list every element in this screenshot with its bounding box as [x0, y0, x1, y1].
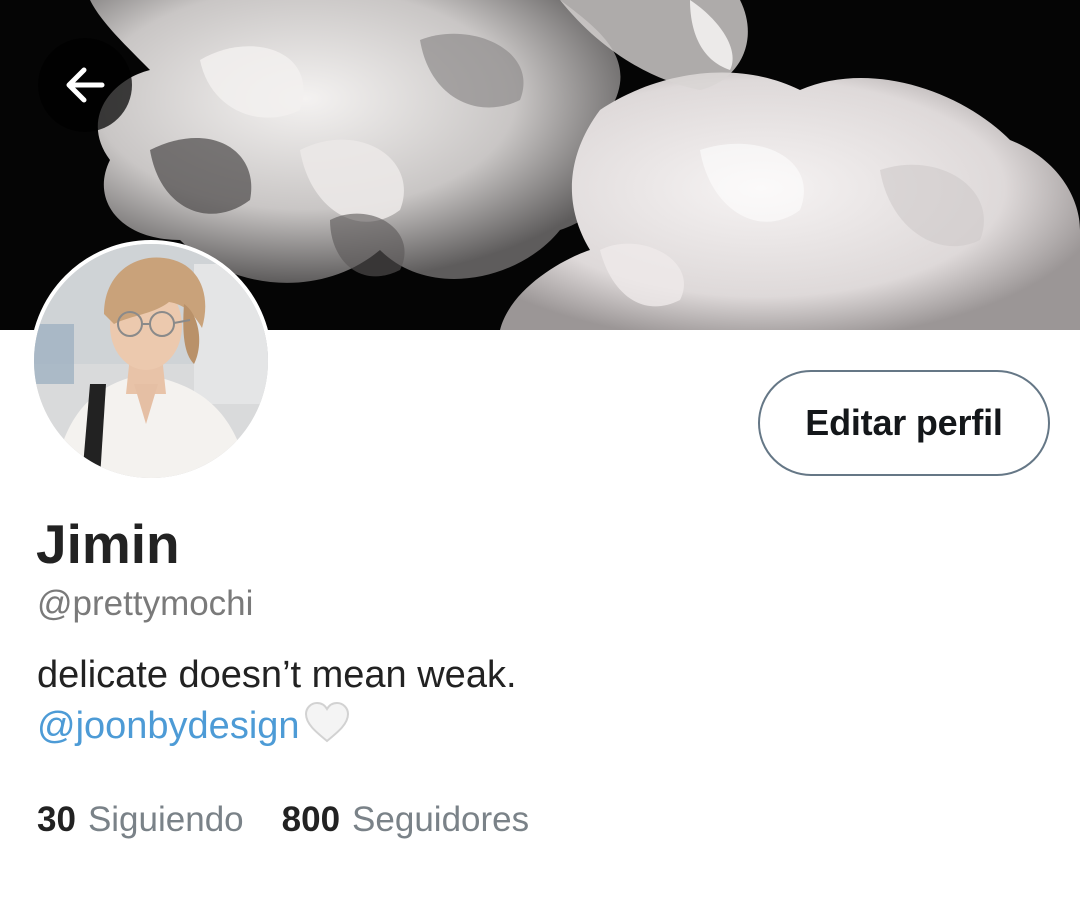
bio-second-line: @joonbydesign: [37, 700, 517, 751]
avatar-photo: [34, 244, 268, 478]
profile-handle: @prettymochi: [37, 584, 254, 623]
following-count: 30: [37, 800, 76, 839]
edit-profile-button[interactable]: Editar perfil: [758, 370, 1050, 476]
followers-stat[interactable]: 800 Seguidores: [282, 800, 529, 840]
white-heart-icon: [304, 701, 349, 743]
profile-bio: delicate doesn’t mean weak. @joonbydesig…: [37, 650, 517, 751]
profile-stats: 30 Siguiendo 800 Seguidores: [37, 800, 529, 840]
following-stat[interactable]: 30 Siguiendo: [37, 800, 244, 840]
following-label: Siguiendo: [87, 800, 244, 839]
back-button[interactable]: [38, 38, 132, 132]
bio-mention-link[interactable]: @joonbydesign: [37, 705, 300, 747]
bio-text: delicate doesn’t mean weak.: [37, 654, 517, 696]
profile-name: Jimin: [36, 513, 180, 575]
avatar[interactable]: [30, 240, 272, 482]
followers-label: Seguidores: [352, 800, 530, 839]
back-arrow-icon: [66, 67, 105, 103]
followers-count: 800: [281, 800, 341, 839]
